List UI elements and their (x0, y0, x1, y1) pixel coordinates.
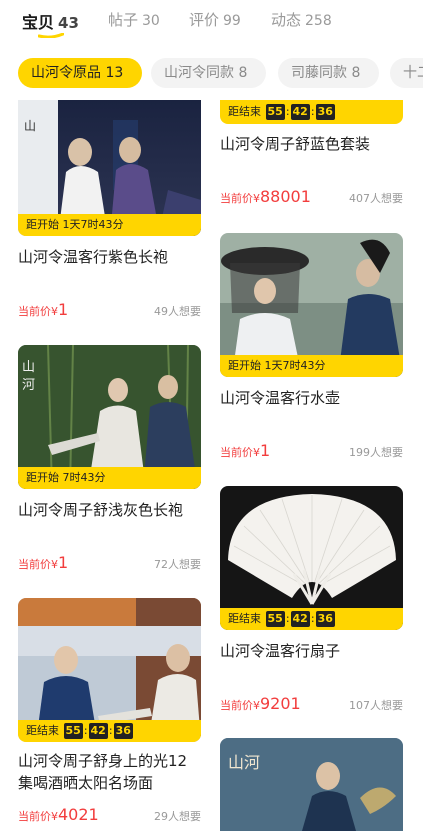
price-row: 当前价¥88001 407人想要 (220, 187, 403, 207)
price-label: 当前价¥ (220, 699, 260, 712)
product-image: 山 距开始 1天7时43分 (18, 100, 201, 236)
product-image: 距开始 1天7时43分 (220, 233, 403, 377)
price-value: 9201 (260, 694, 301, 713)
tab-reviews[interactable]: 评价 99 (189, 9, 241, 30)
countdown-hours: 55 (265, 611, 285, 627)
tab-items[interactable]: 宝贝 43 (22, 9, 79, 33)
want-count: 72人想要 (154, 558, 201, 571)
product-title: 山河令周子舒蓝色套装 (220, 135, 371, 153)
product-title-line1: 山河令周子舒身上的光12 (18, 752, 188, 770)
want-count: 107人想要 (349, 699, 403, 712)
price-value: 88001 (260, 187, 311, 206)
product-image: 距结束 55:42:36 (220, 486, 403, 630)
want-count: 199人想要 (349, 446, 403, 459)
product-title: 山河令温客行水壶 (220, 389, 341, 407)
price-label: 当前价¥ (18, 558, 58, 571)
chip-more[interactable]: 十二 (390, 58, 423, 88)
chip-same-style[interactable]: 山河令同款 8 (151, 58, 266, 88)
price-value: 4021 (58, 805, 99, 824)
tab-reviews-label: 评价 (189, 11, 220, 29)
badge-label: 距结束 (228, 105, 261, 118)
tab-activity-label: 动态 (271, 11, 302, 29)
product-title: 山河令周子舒身上的光12 集喝酒晒太阳名场面 (18, 750, 201, 794)
product-title: 山河令周子舒浅灰色长袍 (18, 501, 184, 519)
countdown-seconds: 36 (315, 104, 335, 120)
product-title: 山河令温客行紫色长袍 (18, 248, 169, 266)
countdown-seconds: 36 (113, 723, 133, 739)
auction-countdown-badge: 距结束 55:42:36 (220, 608, 403, 630)
price-label: 当前价¥ (18, 305, 58, 318)
chip-original-items[interactable]: 山河令原品 13 (18, 58, 142, 88)
countdown-minutes: 42 (290, 611, 310, 627)
tab-activity[interactable]: 动态 258 (271, 9, 332, 30)
countdown-minutes: 42 (88, 723, 108, 739)
product-card[interactable]: 山 距开始 1天7时43分 山河令温客行紫色长袍 当前价¥1 49人想要 (18, 100, 201, 320)
price-label: 当前价¥ (18, 810, 58, 823)
auction-countdown-badge: 距结束 55:42:36 (220, 100, 403, 124)
tab-posts-label: 帖子 (108, 11, 139, 29)
product-card[interactable]: 山 河 距开始 7时43分 山河令周子舒浅灰色长袍 当前价¥1 72人想要 (18, 345, 201, 573)
price-row: 当前价¥1 199人想要 (220, 441, 403, 461)
product-image: 山河 (220, 738, 403, 831)
product-image: 距结束 55:42:36 (220, 100, 403, 124)
auction-countdown-badge: 距结束 55:42:36 (18, 720, 201, 742)
countdown-minutes: 42 (290, 104, 310, 120)
want-count: 49人想要 (154, 305, 201, 318)
countdown-hours: 55 (63, 723, 83, 739)
auction-countdown-badge: 距开始 1天7时43分 (220, 355, 403, 377)
tab-items-count: 43 (58, 14, 79, 32)
product-card[interactable]: 山河 (220, 738, 403, 831)
svg-text:山河: 山河 (228, 753, 260, 772)
price-label: 当前价¥ (220, 446, 260, 459)
price-row: 当前价¥4021 29人想要 (18, 805, 201, 825)
filter-chip-bar: 山河令原品 13 山河令同款 8 司藤同款 8 十二 (0, 58, 423, 90)
svg-text:山: 山 (22, 360, 35, 375)
active-tab-underline (38, 33, 64, 38)
countdown-seconds: 36 (315, 611, 335, 627)
product-image: 山 河 距开始 7时43分 (18, 345, 201, 489)
svg-text:河: 河 (22, 378, 35, 393)
tab-posts-count: 30 (142, 13, 160, 29)
tab-reviews-count: 99 (223, 13, 241, 29)
product-title: 山河令温客行扇子 (220, 642, 341, 660)
product-card[interactable]: 距结束 55:42:36 山河令周子舒身上的光12 集喝酒晒太阳名场面 当前价¥… (18, 598, 201, 831)
want-count: 407人想要 (349, 192, 403, 205)
auction-countdown-badge: 距开始 1天7时43分 (18, 214, 201, 236)
tab-items-label: 宝贝 (22, 13, 55, 32)
product-card[interactable]: 距结束 55:42:36 山河令周子舒蓝色套装 当前价¥88001 407人想要 (220, 100, 403, 210)
want-count: 29人想要 (154, 810, 201, 823)
chip-siteng-same-style[interactable]: 司藤同款 8 (278, 58, 379, 88)
badge-label: 距结束 (26, 724, 59, 737)
tab-activity-count: 258 (305, 13, 332, 29)
top-tab-bar: 宝贝 43 帖子 30 评价 99 动态 258 (0, 0, 423, 48)
auction-countdown-badge: 距开始 7时43分 (18, 467, 201, 489)
price-value: 1 (58, 553, 69, 572)
price-value: 1 (58, 300, 69, 319)
price-label: 当前价¥ (220, 192, 260, 205)
svg-text:山: 山 (24, 119, 36, 133)
price-row: 当前价¥1 49人想要 (18, 300, 201, 320)
tab-posts[interactable]: 帖子 30 (108, 9, 160, 30)
price-row: 当前价¥1 72人想要 (18, 553, 201, 573)
price-row: 当前价¥9201 107人想要 (220, 694, 403, 714)
product-card[interactable]: 距结束 55:42:36 山河令温客行扇子 当前价¥9201 107人想要 (220, 486, 403, 716)
countdown-hours: 55 (265, 104, 285, 120)
product-title-line2: 集喝酒晒太阳名场面 (18, 774, 154, 792)
price-value: 1 (260, 441, 271, 460)
drama-poster-image: 山河 (220, 738, 403, 831)
badge-label: 距结束 (228, 612, 261, 625)
product-card[interactable]: 距开始 1天7时43分 山河令温客行水壶 当前价¥1 199人想要 (220, 233, 403, 463)
product-image: 距结束 55:42:36 (18, 598, 201, 742)
